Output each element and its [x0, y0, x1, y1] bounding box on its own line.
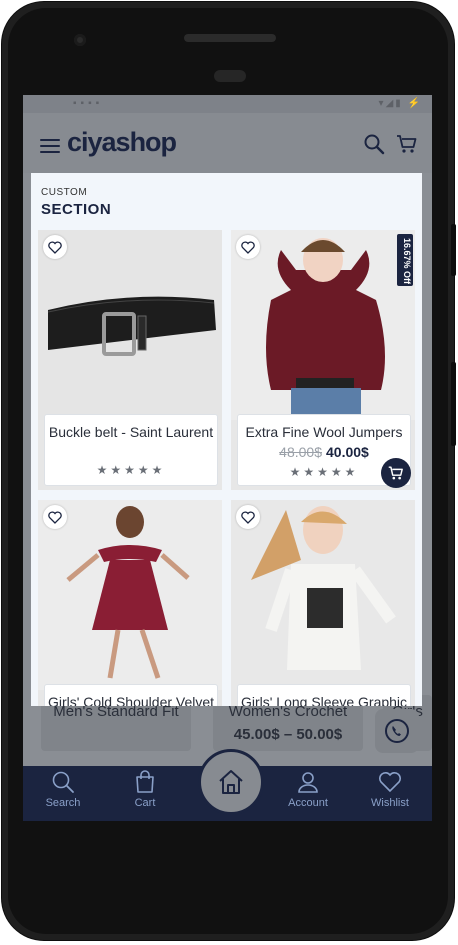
volume-button — [451, 224, 456, 276]
cart-icon[interactable] — [396, 133, 418, 155]
product-card[interactable]: Buckle belt - Saint Laurent ★★★★★ — [38, 230, 222, 490]
section-title: SECTION — [41, 201, 112, 218]
heart-icon — [48, 240, 62, 254]
product-image[interactable] — [231, 500, 415, 690]
app-screen: ▪▪▪▪ ▾◢▮ ⚡ ciyashop Men's Standard Fit W… — [23, 95, 432, 821]
earpiece-speaker — [184, 34, 276, 42]
nav-item-home[interactable] — [198, 749, 264, 815]
search-icon — [52, 771, 74, 793]
heart-icon — [241, 510, 255, 524]
wishlist-button[interactable] — [236, 505, 260, 529]
heart-icon — [379, 772, 401, 793]
cart-icon — [388, 466, 403, 480]
phone-frame: ▪▪▪▪ ▾◢▮ ⚡ ciyashop Men's Standard Fit W… — [2, 2, 456, 940]
product-name: Buckle belt - Saint Laurent — [48, 424, 214, 440]
section-subtitle: CUSTOM — [41, 187, 88, 198]
app-logo: ciyashop — [67, 127, 177, 157]
product-sale-price: 40.00$ — [326, 444, 369, 460]
background-product-price: 45.00$ – 50.00$ — [233, 726, 343, 743]
app-header: ciyashop — [23, 113, 432, 173]
wishlist-button[interactable] — [236, 235, 260, 259]
nav-label: Account — [288, 797, 328, 809]
custom-section-modal: CUSTOM SECTION Buckle belt - Saint Laure… — [31, 173, 422, 706]
product-image[interactable] — [231, 230, 415, 420]
product-info: Girls' Cold Shoulder Velvet — [44, 684, 218, 706]
nav-item-search[interactable]: Search — [28, 766, 98, 821]
product-info: Buckle belt - Saint Laurent ★★★★★ — [44, 414, 218, 486]
product-info: Girls' Long Sleeve Graphic — [237, 684, 411, 706]
add-to-cart-button[interactable] — [381, 458, 411, 488]
notification-icons: ▪▪▪▪ — [73, 98, 104, 109]
product-name: Girls' Cold Shoulder Velvet — [47, 694, 215, 706]
discount-badge: 16.67% Off — [397, 234, 413, 286]
product-old-price: 48.00$ — [279, 444, 322, 460]
heart-icon — [48, 510, 62, 524]
product-rating: ★★★★★ — [96, 463, 166, 477]
nav-label: Wishlist — [371, 797, 409, 809]
nav-label: Search — [45, 797, 81, 809]
wishlist-button[interactable] — [43, 235, 67, 259]
system-icons: ▾◢▮ ⚡ — [378, 98, 422, 109]
product-image[interactable] — [38, 500, 222, 690]
nav-item-cart[interactable]: Cart — [110, 766, 180, 821]
product-image[interactable] — [38, 230, 222, 420]
front-camera — [74, 34, 86, 46]
whatsapp-chat-button[interactable] — [375, 709, 419, 753]
power-button — [451, 362, 456, 446]
nav-label: Cart — [134, 797, 156, 809]
product-price — [45, 444, 217, 458]
wishlist-button[interactable] — [43, 505, 67, 529]
girl-dress-image — [38, 500, 222, 690]
product-name: Extra Fine Wool Jumpers — [245, 424, 403, 440]
girl-graphic-tee-image — [231, 500, 415, 690]
belt-image — [38, 230, 222, 420]
proximity-sensor — [214, 70, 246, 82]
heart-icon — [241, 240, 255, 254]
product-price: 48.00$ 40.00$ — [238, 444, 410, 460]
discount-badge-label: 16.67% Off — [402, 238, 412, 285]
shopping-bag-icon — [136, 770, 154, 793]
search-icon[interactable] — [363, 133, 385, 155]
whatsapp-icon — [385, 719, 409, 743]
status-bar: ▪▪▪▪ ▾◢▮ ⚡ — [23, 95, 432, 113]
product-card[interactable]: Girls' Long Sleeve Graphic — [231, 500, 415, 706]
product-card[interactable]: Girls' Cold Shoulder Velvet — [38, 500, 222, 706]
bottom-navigation: Search Cart Account Wishlist — [23, 749, 432, 821]
user-icon — [298, 772, 318, 793]
product-name: Girls' Long Sleeve Graphic — [240, 694, 408, 706]
hamburger-menu-icon[interactable] — [40, 139, 60, 153]
nav-item-account[interactable]: Account — [273, 766, 343, 821]
nav-item-wishlist[interactable]: Wishlist — [355, 766, 425, 821]
home-icon — [219, 770, 243, 794]
product-card[interactable]: 16.67% Off Extra Fine Wool Jumpers 48.00… — [231, 230, 415, 490]
sweater-model-image — [231, 230, 415, 420]
